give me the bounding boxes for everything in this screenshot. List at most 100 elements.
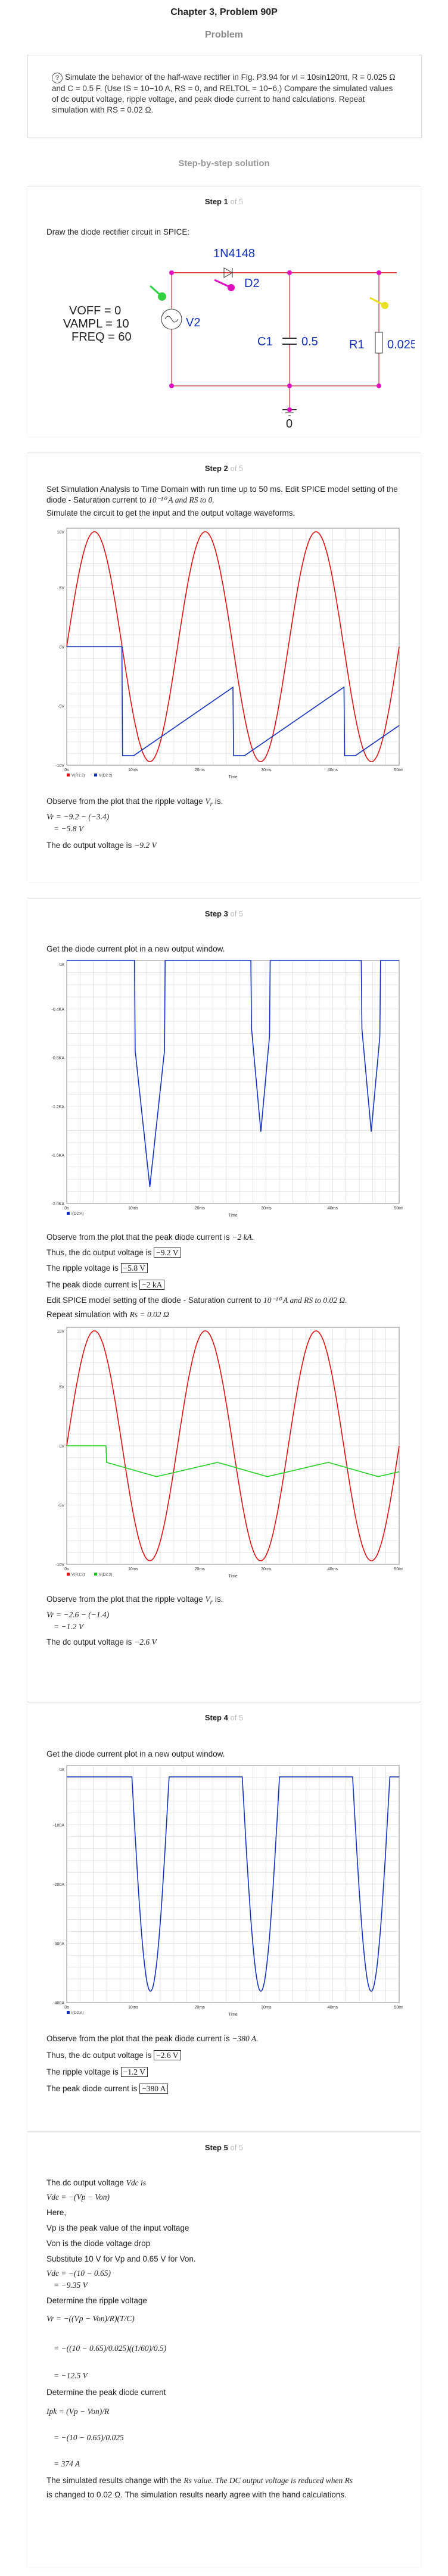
- step-3-obs-2: Observe from the plot that the ripple vo…: [46, 1595, 223, 1606]
- y-tick-label: -10V: [55, 1563, 64, 1567]
- y-tick-label: 0A: [59, 1768, 64, 1772]
- step-3-peak: The peak diode current is −2 kA: [46, 1280, 165, 1290]
- x-tick-label: 50ms: [394, 1206, 403, 1211]
- circuit-diagram: 1N4148 D2 VOFF = 0 VAMPL = 10 FREQ = 60 …: [63, 247, 415, 428]
- y-tick-label: -5V: [58, 1504, 64, 1508]
- source-voff: VOFF = 0: [69, 304, 121, 317]
- step-5-eqp1: Ipk = (Vp − Von)/R: [46, 2407, 110, 2416]
- step-3-edit: Edit SPICE model setting of the diode - …: [46, 1296, 347, 1305]
- source-ref: V2: [186, 316, 200, 329]
- step-3-dc: Thus, the dc output voltage is −9.2 V: [46, 1248, 181, 1258]
- step-2-eq-2: = −5.8 V: [54, 824, 84, 833]
- step-4-obs: Observe from the plot that the peak diod…: [46, 2034, 259, 2043]
- x-tick-label: 50ms: [394, 768, 403, 772]
- step-4-ripple: The ripple voltage is −1.2 V: [46, 2067, 148, 2078]
- legend-label: V(D2:2): [99, 774, 112, 778]
- legend-swatch: [67, 2011, 70, 2014]
- step-5-header: Step 5 of 5: [204, 2143, 244, 2152]
- sbs-label: Step-by-step solution: [178, 158, 270, 169]
- x-axis-label: Time: [228, 1214, 237, 1218]
- step-2-eq-1: Vr = −9.2 − (−3.4): [46, 812, 110, 821]
- step-3-ripple: The ripple voltage is −5.8 V: [46, 1263, 148, 1274]
- x-tick-label: 20ms: [195, 2006, 206, 2010]
- x-tick-label: 50ms: [394, 1567, 403, 1571]
- step-2: Step 2 of 5 Set Simulation Analysis to T…: [27, 453, 421, 882]
- legend-swatch: [67, 1573, 70, 1576]
- y-tick-label: -1.2KA: [52, 1105, 65, 1109]
- x-tick-label: 30ms: [261, 1567, 272, 1571]
- cap-value: 0.5: [301, 335, 318, 348]
- x-tick-label: 40ms: [328, 2006, 338, 2010]
- x-tick-label: 20ms: [195, 1567, 206, 1571]
- y-tick-label: -2.0KA: [52, 1202, 65, 1206]
- step-5-here: Here,: [46, 2208, 67, 2217]
- step-5-sub: Substitute 10 V for Vp and 0.65 V for Vo…: [46, 2254, 196, 2263]
- y-tick-label: 5V: [59, 1386, 64, 1390]
- y-tick-label: 0V: [59, 645, 64, 650]
- res-ref: R1: [349, 338, 365, 351]
- step-1: Step 1 of 5 Draw the diode rectifier cir…: [27, 186, 421, 436]
- step-3-eq-1: Vr = −2.6 − (−1.4): [46, 1610, 110, 1619]
- legend-label: V(R1:2): [71, 774, 85, 778]
- step-4-intro: Get the diode current plot in a new outp…: [46, 1749, 225, 1758]
- y-tick-label: -0.8KA: [52, 1056, 65, 1061]
- step-3-header: Step 3 of 5: [204, 909, 244, 918]
- y-tick-label: -100A: [53, 1824, 64, 1828]
- section-label: Problem: [204, 30, 243, 40]
- chart-1: 10V 5V 0V -5V -10V0s 10ms 20ms 30ms 40ms 50ms Time…: [55, 528, 403, 779]
- x-tick-label: 40ms: [328, 1206, 338, 1211]
- chart-3: 10V 5V 0V -5V -10V0s 10ms 20ms 30ms 40ms 50ms Time…: [55, 1327, 403, 1579]
- x-tick-label: 20ms: [195, 768, 206, 772]
- legend-label: V(D2:2): [99, 1573, 112, 1577]
- step-5-von: Von is the diode voltage drop: [46, 2239, 151, 2248]
- step-5-eqp2: = −(10 − 0.65)/0.025: [54, 2433, 124, 2442]
- x-tick-label: 30ms: [261, 2006, 272, 2010]
- problem-card: ? Simulate the behavior of the half-wave …: [27, 55, 422, 138]
- y-tick-label: -300A: [53, 1942, 64, 1947]
- step-4-header: Step 4 of 5: [204, 1713, 244, 1722]
- res-value: 0.025: [387, 338, 415, 351]
- problem-text: Simulate the behavior of the half-wave r…: [52, 73, 396, 114]
- step-3-dc-2: The dc output voltage is −2.6 V: [46, 1638, 157, 1646]
- x-tick-label: 0s: [64, 2006, 69, 2010]
- source-vampl: VAMPL = 10: [63, 317, 129, 330]
- step-1-header: Step 1 of 5: [204, 197, 244, 206]
- step-5-conclusion-1: The simulated results change with the Rs…: [46, 2476, 353, 2485]
- y-tick-label: 10V: [57, 1330, 65, 1334]
- legend-swatch: [94, 1573, 97, 1576]
- legend-label: V(R1:2): [71, 1573, 85, 1577]
- step-5-vp: Vp is the peak value of the input voltag…: [46, 2223, 189, 2232]
- y-tick-label: -1.6KA: [52, 1153, 65, 1158]
- step-3: Step 3 of 5 Get the diode current plot i…: [27, 898, 421, 1702]
- x-axis-label: Time: [228, 2013, 237, 2017]
- step-5-eqb: = −9.35 V: [54, 2281, 88, 2290]
- step-4-dc: Thus, the dc output voltage is −2.6 V: [46, 2050, 181, 2061]
- step-3-obs-1: Observe from the plot that the peak diod…: [46, 1233, 254, 1242]
- ground-label: 0: [286, 417, 293, 428]
- step-3-repeat: Repeat simulation with Rs = 0.02 Ω: [46, 1310, 169, 1319]
- x-tick-label: 30ms: [261, 1206, 272, 1211]
- y-tick-label: -10V: [55, 764, 64, 768]
- x-tick-label: 0s: [64, 1206, 69, 1211]
- x-tick-label: 0s: [64, 768, 69, 772]
- step-4: Step 4 of 5 Get the diode current plot i…: [27, 1702, 421, 2131]
- legend-swatch: [94, 774, 97, 776]
- legend-swatch: [67, 774, 70, 776]
- x-axis-label: Time: [228, 1574, 237, 1579]
- step-5-conclusion-2: is changed to 0.02 Ω. The simulation res…: [46, 2490, 347, 2499]
- legend-label: I(D2:A): [71, 2011, 84, 2015]
- legend-label: I(D2:A): [71, 1212, 84, 1216]
- step-2-dc: The dc output voltage is −9.2 V: [46, 841, 157, 850]
- step-2-obs: Observe from the plot that the ripple vo…: [46, 797, 223, 808]
- step-4-peak: The peak diode current is −380 A: [46, 2084, 169, 2094]
- y-tick-label: 0V: [59, 1445, 64, 1449]
- x-tick-label: 40ms: [328, 768, 338, 772]
- x-axis-label: Time: [228, 775, 237, 779]
- step-5-ripple: Determine the ripple voltage: [46, 2296, 147, 2305]
- source-freq: FREQ = 60: [71, 330, 132, 344]
- x-tick-label: 10ms: [128, 2006, 139, 2010]
- page-title: Chapter 3, Problem 90P: [170, 7, 278, 17]
- x-tick-label: 30ms: [261, 768, 272, 772]
- chart-4: 0A -100A -200A -300A -400A0s 10ms 20ms 30ms 40ms…: [53, 1765, 403, 2017]
- step-2-text-1: Set Simulation Analysis to Time Domain w…: [46, 485, 398, 504]
